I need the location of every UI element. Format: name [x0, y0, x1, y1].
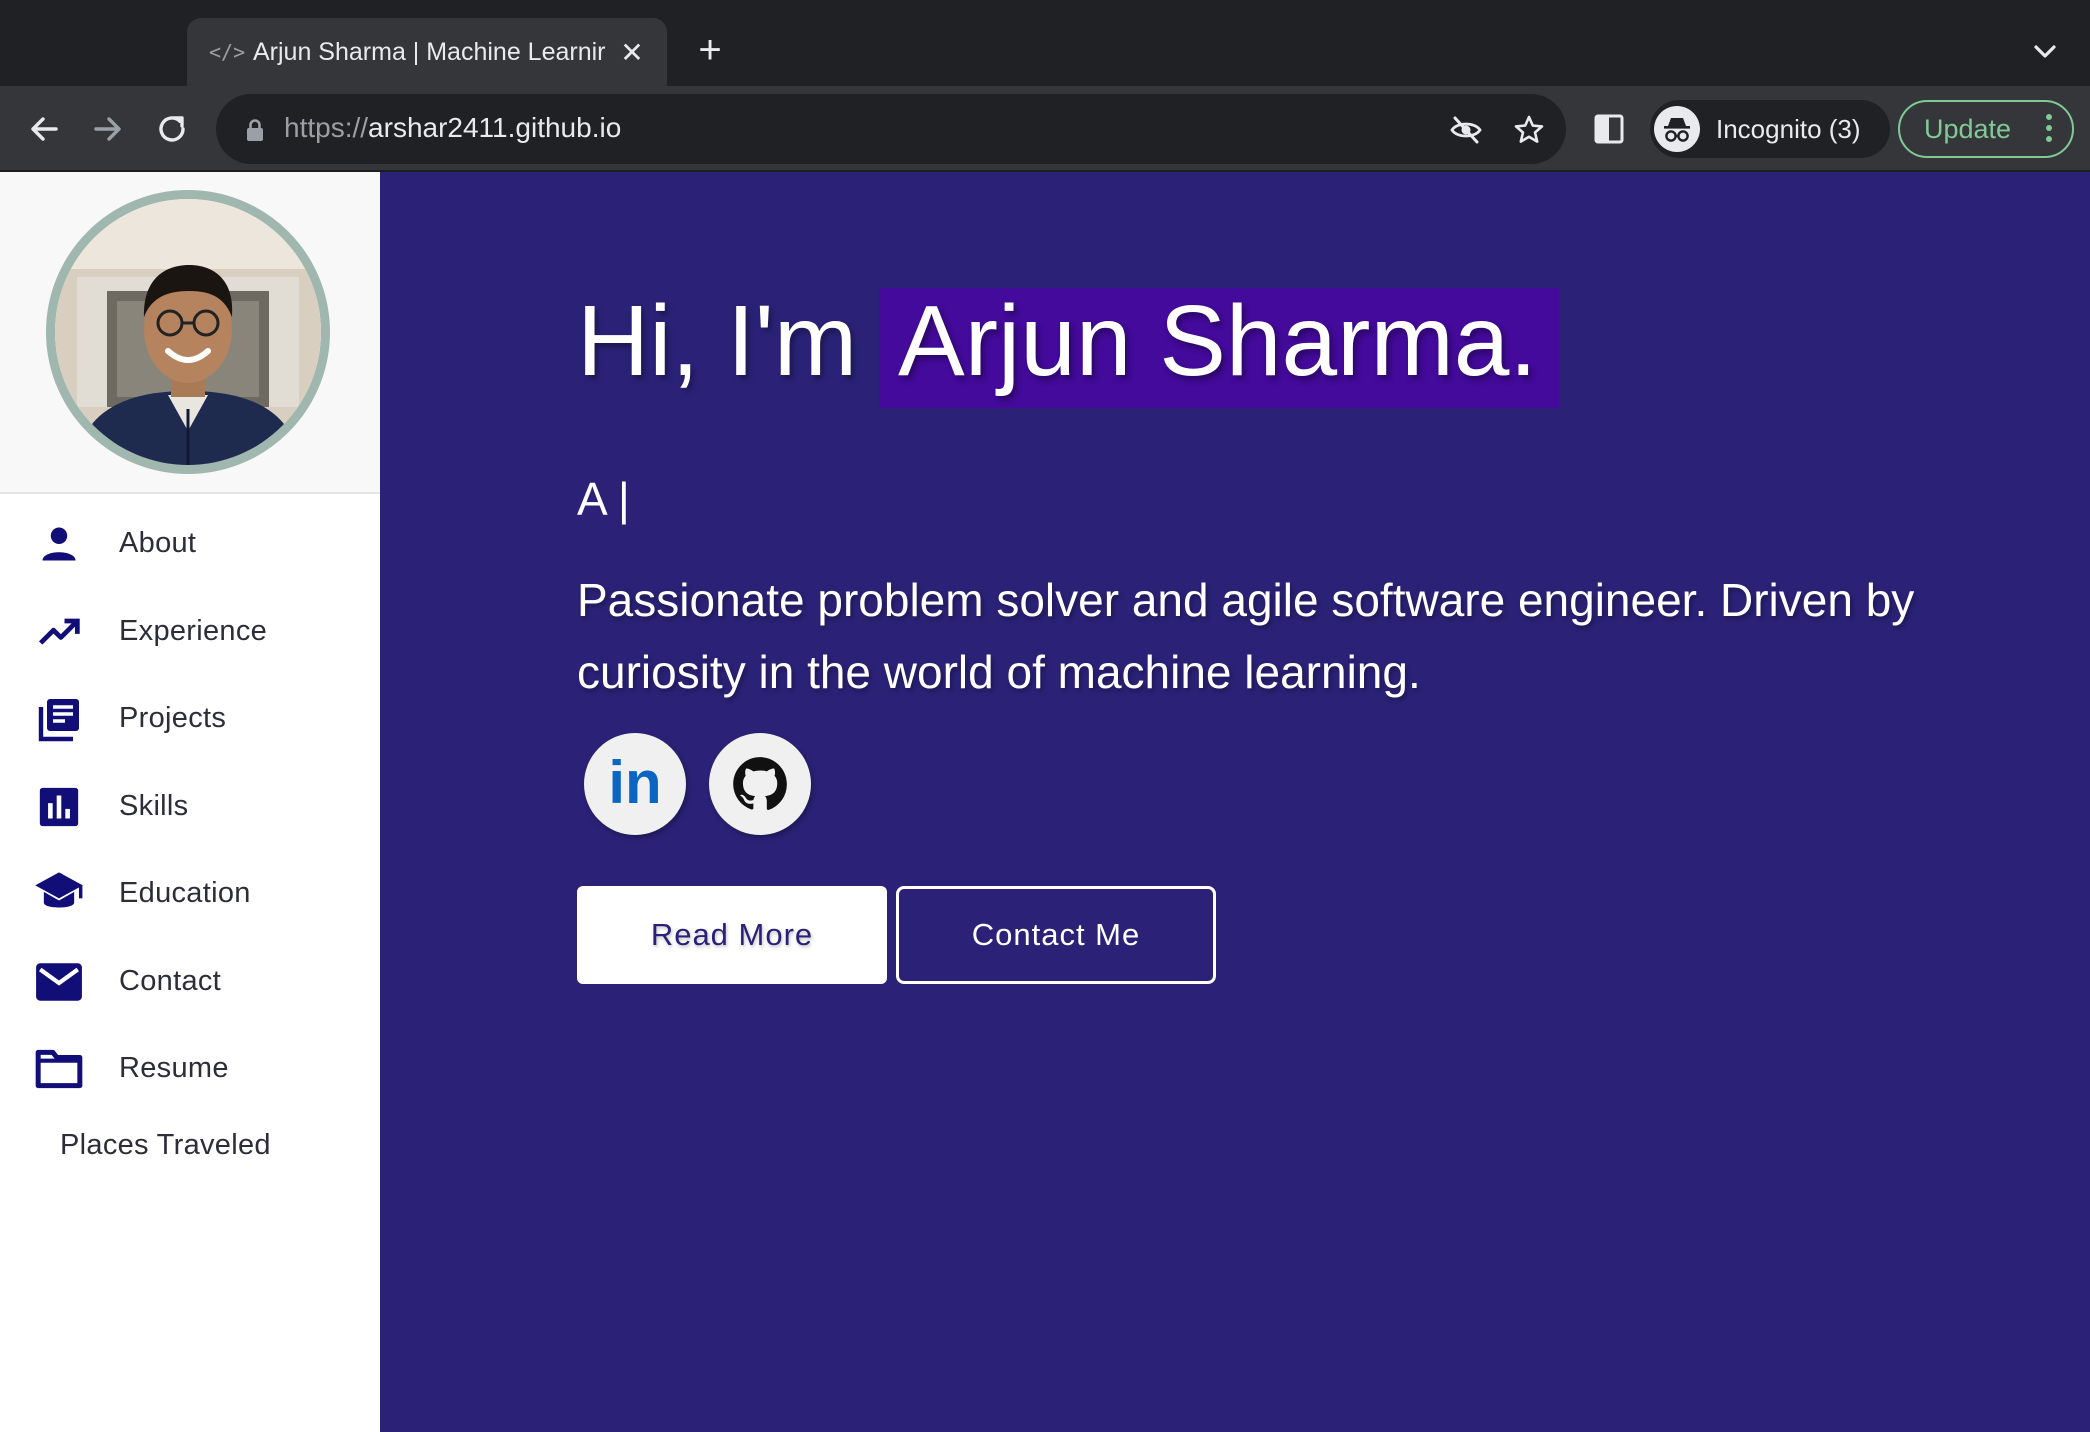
- sidebar-item-label: Places Traveled: [60, 1129, 271, 1161]
- sidebar-nav: About Experience Projects Skills Educati…: [0, 500, 380, 1179]
- arrow-back-icon[interactable]: [21, 106, 67, 152]
- browser-tabstrip: </> Arjun Sharma | Machine Learnir ✕ +: [0, 0, 2090, 86]
- typed-text: A |: [577, 473, 630, 525]
- sidebar-item-label: About: [119, 527, 197, 560]
- new-tab-button[interactable]: +: [690, 30, 730, 70]
- avatar: [46, 190, 330, 474]
- address-bar[interactable]: https://arshar2411.github.io: [216, 94, 1566, 164]
- trending-up-icon: [33, 608, 85, 656]
- hero-section: Hi, I'm Arjun Sharma. A | Passionate pro…: [380, 172, 2090, 1432]
- sidebar-item-education[interactable]: Education: [0, 850, 380, 938]
- arrow-forward-icon[interactable]: [85, 106, 131, 152]
- linkedin-text: in: [608, 754, 661, 814]
- sidebar-item-places-traveled[interactable]: Places Traveled: [0, 1113, 380, 1179]
- sidebar-item-skills[interactable]: Skills: [0, 763, 380, 851]
- incognito-label: Incognito (3): [1716, 113, 1861, 144]
- profile-area: [0, 172, 380, 494]
- library-books-icon: [33, 695, 85, 743]
- bookmark-star-icon[interactable]: [1511, 112, 1547, 148]
- sidebar-item-resume[interactable]: Resume: [0, 1025, 380, 1113]
- update-label: Update: [1924, 113, 2012, 144]
- hero-tagline: Passionate problem solver and agile soft…: [577, 574, 1915, 698]
- chevron-down-icon[interactable]: [2025, 32, 2065, 72]
- update-button[interactable]: Update: [1898, 100, 2074, 158]
- sidebar-item-experience[interactable]: Experience: [0, 588, 380, 676]
- side-panel-icon[interactable]: [1592, 112, 1626, 146]
- sidebar-item-label: Resume: [119, 1052, 229, 1085]
- code-favicon-icon: </>: [209, 40, 246, 64]
- incognito-profile-button[interactable]: Incognito (3): [1650, 100, 1890, 158]
- graduation-cap-icon: [33, 870, 85, 918]
- sidebar-item-label: Experience: [119, 614, 268, 647]
- url-scheme: https://: [284, 112, 369, 143]
- tab-title: Arjun Sharma | Machine Learnir: [253, 37, 606, 66]
- sidebar-item-contact[interactable]: Contact: [0, 938, 380, 1026]
- eye-off-icon[interactable]: [1448, 112, 1484, 148]
- sidebar-item-about[interactable]: About: [0, 500, 380, 588]
- sidebar-item-projects[interactable]: Projects: [0, 675, 380, 763]
- sidebar: About Experience Projects Skills Educati…: [0, 172, 380, 1432]
- person-icon: [33, 520, 85, 568]
- sidebar-item-label: Skills: [119, 789, 189, 822]
- bar-chart-icon: [33, 783, 85, 831]
- sidebar-item-label: Contact: [119, 964, 222, 997]
- folder-icon: [33, 1045, 85, 1093]
- incognito-icon: [1654, 106, 1700, 152]
- hero-name: Arjun Sharma.: [898, 285, 1538, 397]
- tab-close-icon[interactable]: ✕: [617, 36, 647, 69]
- hero-greeting: Hi, I'm: [577, 285, 858, 397]
- browser-tab[interactable]: </> Arjun Sharma | Machine Learnir ✕: [187, 18, 667, 86]
- url-host: arshar2411.github.io: [368, 112, 622, 143]
- url-text: https://arshar2411.github.io: [284, 112, 621, 144]
- lock-icon[interactable]: [244, 118, 266, 147]
- github-icon[interactable]: [709, 733, 811, 835]
- read-more-button[interactable]: Read More: [577, 886, 887, 984]
- kebab-menu-icon[interactable]: [2046, 114, 2052, 147]
- mail-icon: [33, 958, 85, 1006]
- browser-toolbar: https://arshar2411.github.io Incognito (…: [0, 86, 2090, 172]
- contact-me-button[interactable]: Contact Me: [896, 886, 1216, 984]
- reload-icon[interactable]: [149, 106, 195, 152]
- sidebar-item-label: Projects: [119, 702, 227, 735]
- linkedin-icon[interactable]: in: [584, 733, 686, 835]
- sidebar-item-label: Education: [119, 877, 251, 910]
